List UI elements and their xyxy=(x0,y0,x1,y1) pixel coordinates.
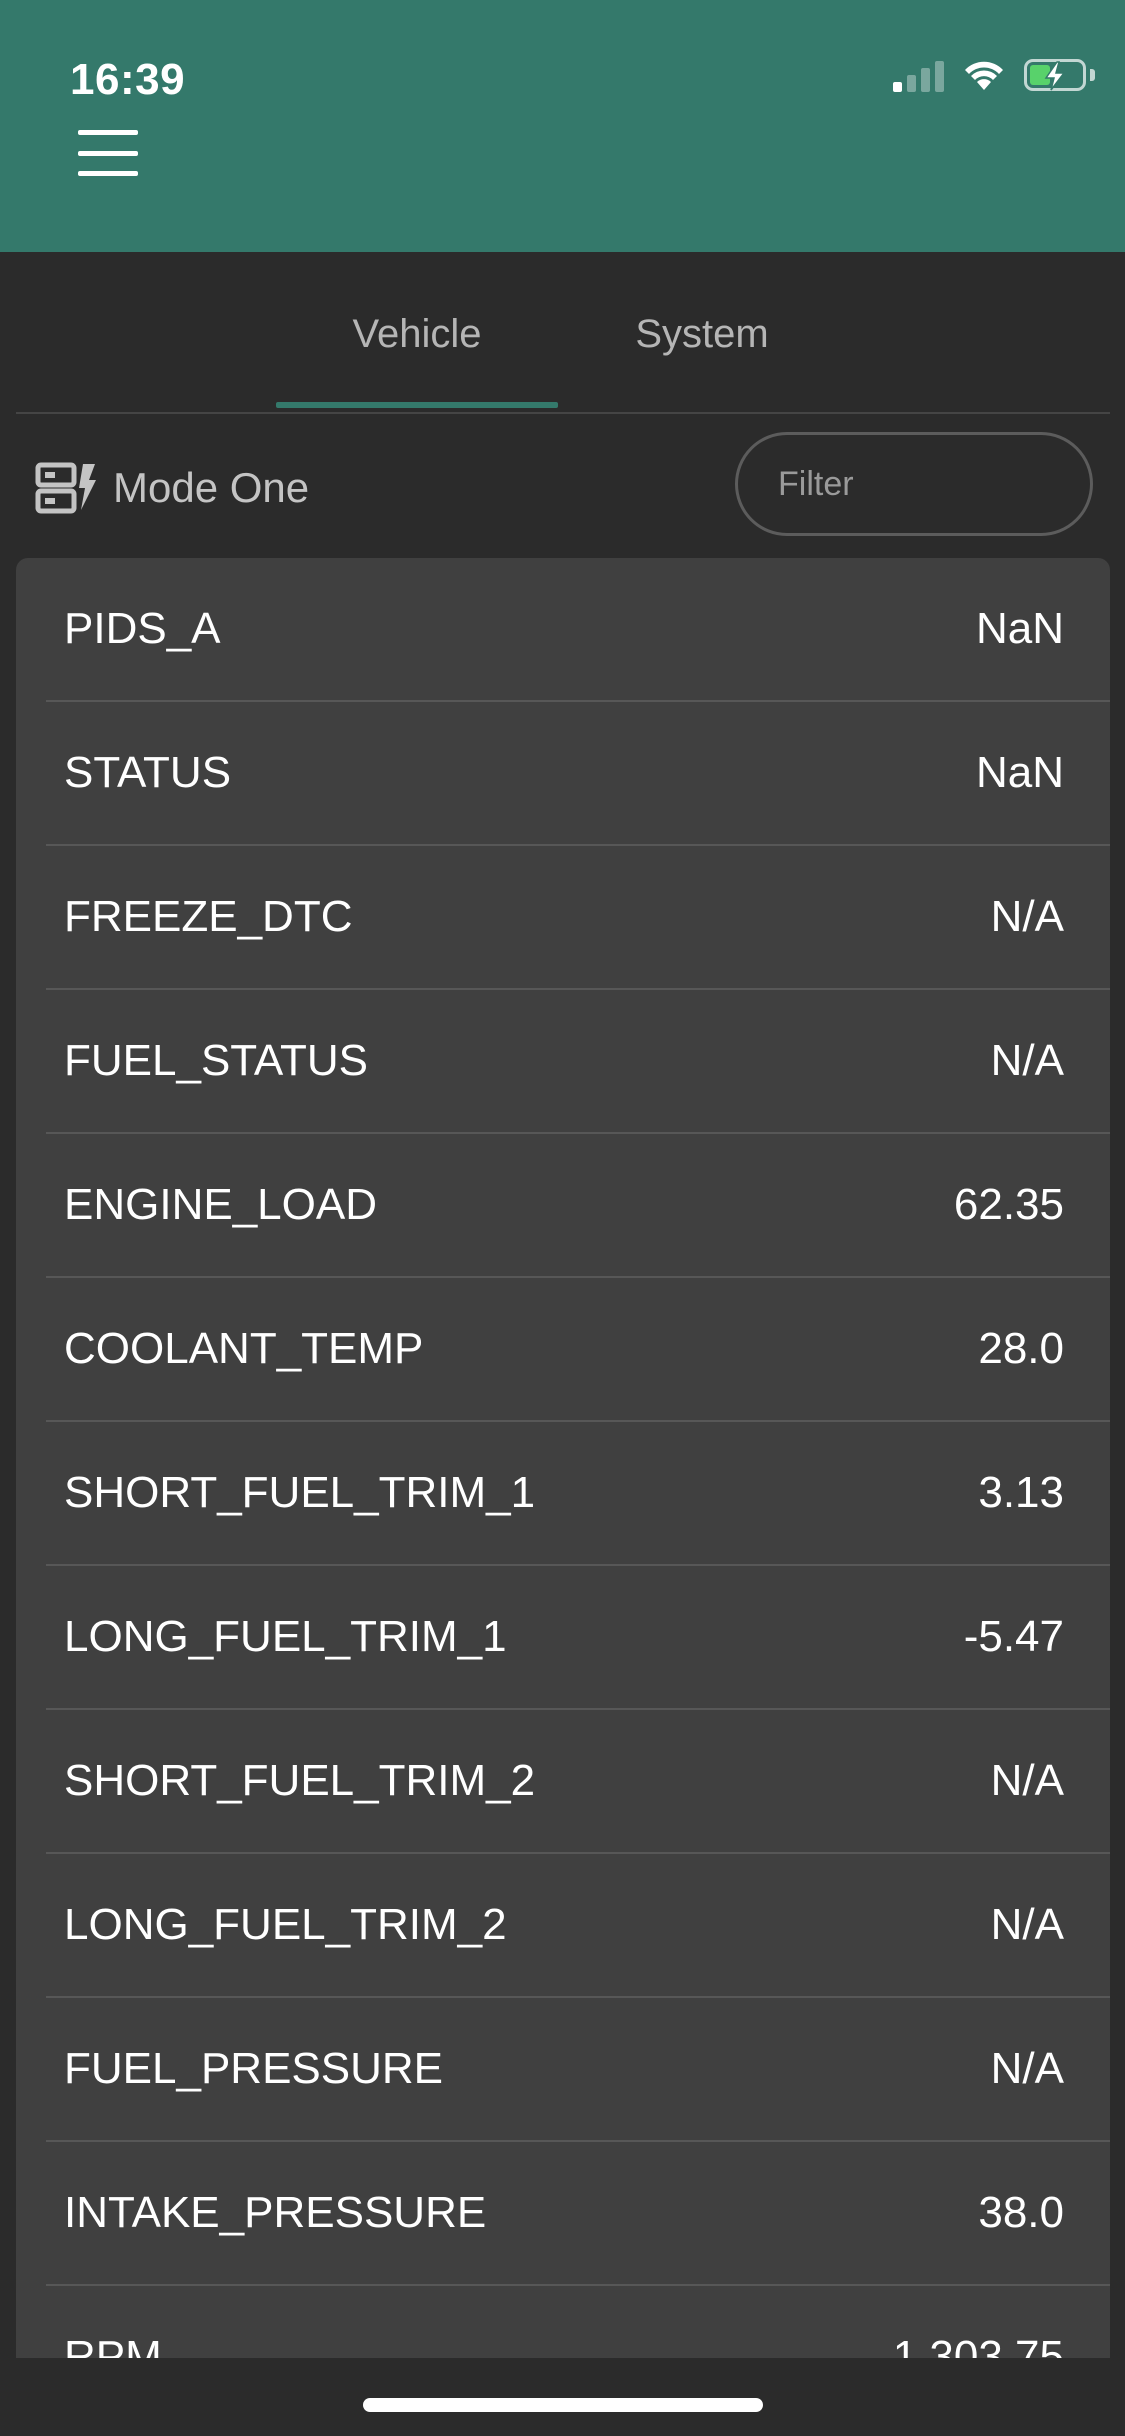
status-icons xyxy=(893,58,1095,92)
pid-name: SHORT_FUEL_TRIM_1 xyxy=(64,1468,536,1517)
pid-value: N/A xyxy=(990,1756,1064,1805)
list-item[interactable]: COOLANT_TEMP 28.0 xyxy=(46,1278,1110,1422)
mode-row: Mode One xyxy=(0,420,1125,550)
pid-name: PIDS_A xyxy=(64,604,221,653)
list-item[interactable]: SHORT_FUEL_TRIM_2 N/A xyxy=(46,1710,1110,1854)
cellular-signal-icon xyxy=(893,58,944,92)
pid-name: FUEL_STATUS xyxy=(64,1036,368,1085)
pid-name: FUEL_PRESSURE xyxy=(64,2044,444,2093)
list-item[interactable]: LONG_FUEL_TRIM_2 N/A xyxy=(46,1854,1110,1998)
pid-value: NaN xyxy=(975,748,1064,797)
pid-name: RPM xyxy=(64,2332,162,2358)
pid-value: 38.0 xyxy=(978,2188,1064,2237)
pid-value: N/A xyxy=(990,892,1064,941)
filter-input[interactable] xyxy=(776,463,1125,505)
pid-list: PIDS_A NaN STATUS NaN FREEZE_DTC N/A FUE… xyxy=(16,558,1110,2358)
pid-value: N/A xyxy=(990,1036,1064,1085)
obd-mode-icon xyxy=(35,462,96,514)
list-item[interactable]: FUEL_PRESSURE N/A xyxy=(46,1998,1110,2142)
pid-value: N/A xyxy=(990,1900,1064,1949)
list-item[interactable]: FREEZE_DTC N/A xyxy=(46,846,1110,990)
battery-tip xyxy=(1090,69,1095,81)
pid-value: 1,303.75 xyxy=(892,2332,1064,2358)
pid-value: 62.35 xyxy=(953,1180,1064,1229)
list-item[interactable]: RPM 1,303.75 xyxy=(46,2286,1110,2358)
pid-name: COOLANT_TEMP xyxy=(64,1324,424,1373)
active-tab-indicator xyxy=(276,402,558,408)
pid-name: LONG_FUEL_TRIM_2 xyxy=(64,1900,507,1949)
pid-value: -5.47 xyxy=(963,1612,1064,1661)
pid-value: 28.0 xyxy=(978,1324,1064,1373)
tab-vehicle[interactable]: Vehicle xyxy=(276,312,558,357)
pid-value: 3.13 xyxy=(978,1468,1064,1517)
hamburger-menu-icon[interactable] xyxy=(78,130,138,176)
list-item[interactable]: SHORT_FUEL_TRIM_1 3.13 xyxy=(46,1422,1110,1566)
pid-name: ENGINE_LOAD xyxy=(64,1180,377,1229)
home-indicator-area xyxy=(0,2358,1125,2436)
home-indicator[interactable] xyxy=(363,2398,763,2412)
list-item[interactable]: INTAKE_PRESSURE 38.0 xyxy=(46,2142,1110,2286)
list-item[interactable]: STATUS NaN xyxy=(46,702,1110,846)
pid-name: LONG_FUEL_TRIM_1 xyxy=(64,1612,507,1661)
status-time: 16:39 xyxy=(70,55,186,104)
filter-field[interactable] xyxy=(735,432,1125,536)
pid-value: NaN xyxy=(975,604,1064,653)
mode-label: Mode One xyxy=(113,464,310,511)
pid-name: FREEZE_DTC xyxy=(64,892,353,941)
tab-bar: Vehicle System xyxy=(16,252,1110,414)
pid-value: N/A xyxy=(990,2044,1064,2093)
list-item[interactable]: ENGINE_LOAD 62.35 xyxy=(46,1134,1110,1278)
list-item[interactable]: PIDS_A NaN xyxy=(46,558,1110,702)
pid-name: SHORT_FUEL_TRIM_2 xyxy=(64,1756,536,1805)
list-item[interactable]: FUEL_STATUS N/A xyxy=(46,990,1110,1134)
wifi-icon xyxy=(965,61,1003,90)
pid-name: STATUS xyxy=(64,748,232,797)
tab-system[interactable]: System xyxy=(561,312,843,357)
battery-charging-icon xyxy=(1024,59,1086,91)
app-header: 16:39 xyxy=(0,0,1125,252)
list-item[interactable]: LONG_FUEL_TRIM_1 -5.47 xyxy=(46,1566,1110,1710)
pid-name: INTAKE_PRESSURE xyxy=(64,2188,487,2237)
